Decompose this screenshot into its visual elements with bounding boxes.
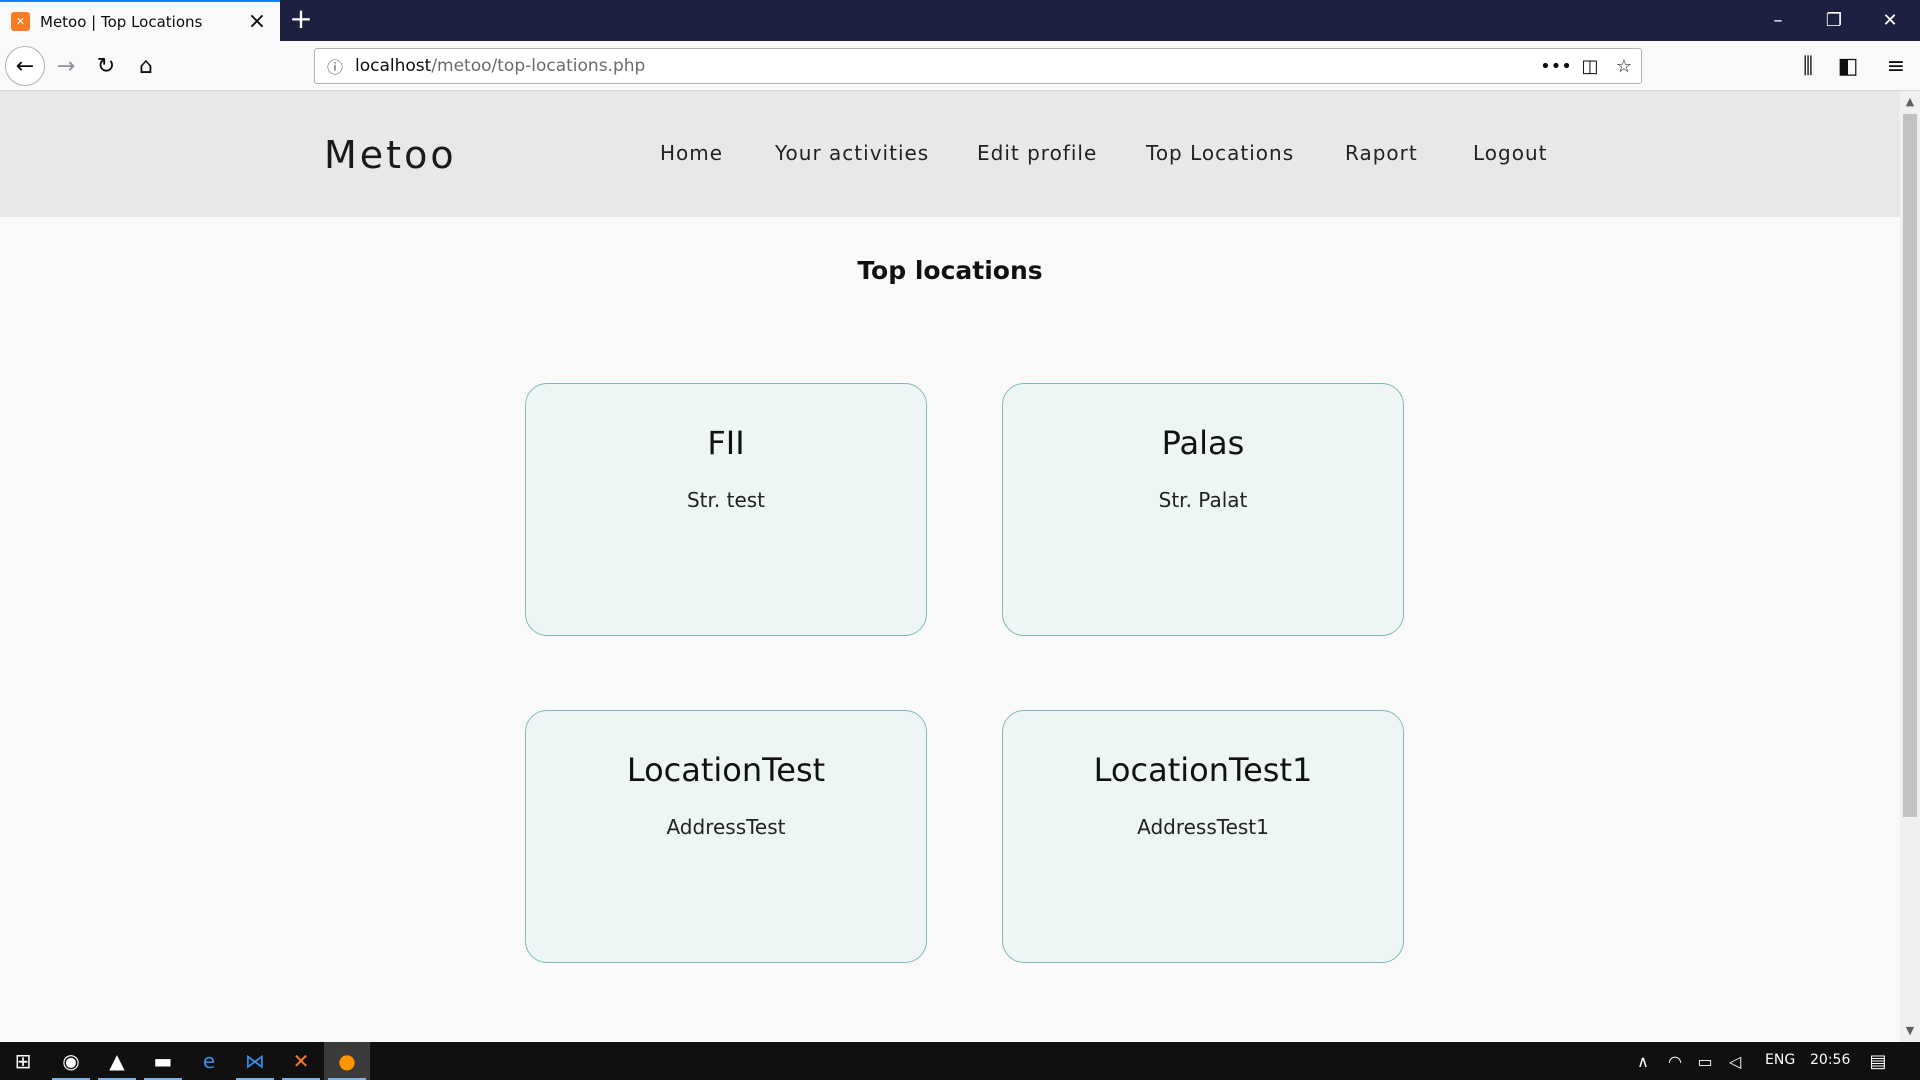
nav-top-locations[interactable]: Top Locations: [1146, 141, 1294, 165]
vscode-icon[interactable]: ⋈: [232, 1042, 278, 1080]
scroll-down-arrow-icon[interactable]: ▼: [1900, 1022, 1920, 1040]
location-address: AddressTest: [666, 815, 786, 839]
tab-strip: ✕ Metoo | Top Locations × + – ❐ ✕: [0, 0, 1920, 41]
library-icon[interactable]: ⫼: [1788, 46, 1828, 86]
location-name: LocationTest: [626, 751, 826, 789]
home-icon[interactable]: ⌂: [126, 46, 166, 86]
restore-icon[interactable]: ❐: [1806, 0, 1862, 41]
page-scrollbar[interactable]: ▲ ▼: [1900, 91, 1920, 1042]
battery-icon[interactable]: ▭: [1690, 1042, 1720, 1080]
url-text[interactable]: localhost/metoo/top-locations.php: [355, 56, 1539, 76]
location-card[interactable]: LocationTest AddressTest: [525, 710, 927, 963]
site-info-icon[interactable]: ⓘ: [325, 54, 345, 78]
minimize-icon[interactable]: –: [1750, 0, 1806, 41]
nav-home[interactable]: Home: [660, 141, 723, 165]
nav-raport[interactable]: Raport: [1345, 141, 1418, 165]
windows-start-icon[interactable]: ⊞: [0, 1042, 46, 1080]
location-address: Str. Palat: [1158, 488, 1248, 512]
firefox-icon[interactable]: ●: [324, 1042, 370, 1080]
tray-chevron-up-icon[interactable]: ∧: [1628, 1042, 1658, 1080]
forward-arrow-icon[interactable]: →: [46, 46, 86, 86]
reload-icon[interactable]: ↻: [86, 46, 126, 86]
edge-icon[interactable]: e: [186, 1042, 232, 1080]
nav-your-activities[interactable]: Your activities: [775, 141, 929, 165]
page-actions-icon[interactable]: •••: [1539, 56, 1573, 77]
location-name: LocationTest1: [1093, 751, 1313, 789]
input-language[interactable]: ENG: [1765, 1052, 1795, 1068]
sidebar-toggle-icon[interactable]: ◧: [1828, 46, 1868, 86]
tab-title: Metoo | Top Locations: [40, 12, 203, 31]
action-center-icon[interactable]: ▤: [1858, 1042, 1898, 1080]
site-brand[interactable]: Metoo: [324, 133, 457, 177]
location-card[interactable]: LocationTest1 AddressTest1: [1002, 710, 1404, 963]
nav-edit-profile[interactable]: Edit profile: [977, 141, 1097, 165]
xampp-favicon-icon: ✕: [11, 12, 30, 31]
photos-icon[interactable]: ▲: [94, 1042, 140, 1080]
hamburger-menu-icon[interactable]: ≡: [1876, 46, 1916, 86]
back-arrow-icon[interactable]: ←: [5, 46, 45, 86]
volume-icon[interactable]: ◁: [1720, 1042, 1750, 1080]
location-card[interactable]: Palas Str. Palat: [1002, 383, 1404, 636]
location-name: FII: [707, 424, 745, 462]
page-title: Top locations: [857, 256, 1043, 285]
bookmark-star-icon[interactable]: ☆: [1607, 56, 1641, 77]
browser-tab-active[interactable]: ✕ Metoo | Top Locations ×: [0, 0, 280, 41]
xampp-icon[interactable]: ✕: [278, 1042, 324, 1080]
windows-taskbar: ⊞ ◉ ▲ ▬ e ⋈ ✕ ● ∧ ◠ ▭ ◁ ENG 20:56 ▤: [0, 1042, 1920, 1080]
page-viewport: Metoo Home Your activities Edit profile …: [0, 91, 1900, 1042]
nav-logout[interactable]: Logout: [1473, 141, 1547, 165]
tab-close-icon[interactable]: ×: [242, 9, 272, 34]
new-tab-plus-icon[interactable]: +: [286, 5, 316, 35]
scrollbar-thumb[interactable]: [1903, 114, 1917, 817]
chrome-icon[interactable]: ◉: [48, 1042, 94, 1080]
site-header: Metoo Home Your activities Edit profile …: [0, 91, 1900, 217]
address-bar[interactable]: ⓘ localhost/metoo/top-locations.php ••• …: [314, 48, 1642, 84]
location-address: Str. test: [686, 488, 766, 512]
location-card[interactable]: FII Str. test: [525, 383, 927, 636]
pocket-icon[interactable]: ◫: [1573, 56, 1607, 77]
scroll-up-arrow-icon[interactable]: ▲: [1900, 93, 1920, 111]
browser-toolbar: ← → ↻ ⌂ ⓘ localhost/metoo/top-locations.…: [0, 41, 1920, 91]
file-explorer-icon[interactable]: ▬: [140, 1042, 186, 1080]
location-name: Palas: [1161, 424, 1245, 462]
clock[interactable]: 20:56: [1810, 1052, 1850, 1068]
wifi-icon[interactable]: ◠: [1660, 1042, 1690, 1080]
location-address: AddressTest1: [1137, 815, 1269, 839]
window-close-icon[interactable]: ✕: [1862, 0, 1918, 41]
